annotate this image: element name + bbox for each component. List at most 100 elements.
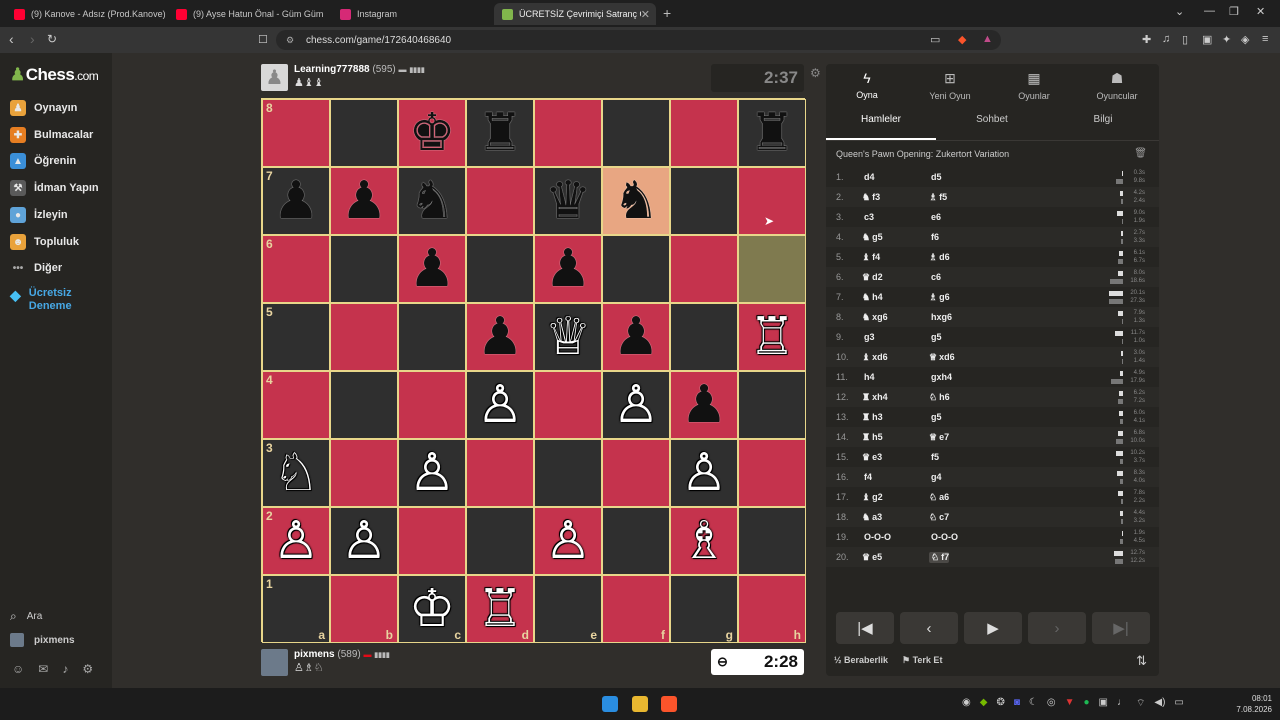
black-move[interactable]: ♘ f7: [929, 551, 950, 563]
white-move[interactable]: c3: [862, 212, 929, 222]
white-move[interactable]: ♜ xh4: [862, 392, 929, 403]
file-explorer-icon[interactable]: [632, 696, 648, 712]
black-piece[interactable]: ♛: [545, 175, 592, 227]
resign-button[interactable]: ⚑ Terk Et: [902, 655, 942, 666]
square-g3[interactable]: ♙: [670, 439, 738, 507]
black-move[interactable]: hxg6: [929, 312, 996, 322]
messages-icon[interactable]: ✉: [38, 662, 48, 676]
white-move[interactable]: ♛ e5: [862, 552, 929, 563]
white-move[interactable]: ♞ a3: [862, 512, 929, 523]
discord-icon[interactable]: ◙: [1014, 697, 1020, 710]
opponent-name[interactable]: Learning777888: [294, 64, 370, 75]
white-piece[interactable]: ♙: [273, 515, 320, 567]
white-piece[interactable]: ♙: [409, 447, 456, 499]
square-f2[interactable]: [602, 507, 670, 575]
leo-ai-icon[interactable]: ✦: [1222, 33, 1231, 46]
tray-app-icon[interactable]: ◉: [962, 697, 971, 710]
brave-shield-icon[interactable]: ◆: [958, 33, 966, 46]
previous-move-button[interactable]: ‹: [900, 612, 958, 644]
white-move[interactable]: ♞ g5: [862, 232, 929, 243]
square-b7[interactable]: ♟: [330, 167, 398, 235]
square-a3[interactable]: 3 ♘: [262, 439, 330, 507]
black-move[interactable]: g4: [929, 472, 996, 482]
square-g5[interactable]: [670, 303, 738, 371]
minimize-icon[interactable]: —: [1204, 5, 1215, 17]
black-piece[interactable]: ♟: [273, 175, 320, 227]
player-name[interactable]: pixmens: [294, 649, 335, 660]
square-d1[interactable]: d ♖: [466, 575, 534, 643]
draw-offer-button[interactable]: ½ Beraberlik: [834, 655, 888, 665]
square-a5[interactable]: 5: [262, 303, 330, 371]
sidebar-item-play[interactable]: ♟ Oynayın: [10, 100, 77, 116]
square-h5[interactable]: ♖: [738, 303, 806, 371]
back-icon[interactable]: ‹: [9, 31, 14, 47]
black-piece[interactable]: ♟: [341, 175, 388, 227]
brave-browser-icon[interactable]: [661, 696, 677, 712]
tab-moves[interactable]: Hamleler: [826, 114, 936, 140]
browser-tab[interactable]: (9) Ayse Hatun Önal - Güm Güm: [168, 3, 330, 25]
square-h1[interactable]: h: [738, 575, 806, 643]
square-e7[interactable]: ♛: [534, 167, 602, 235]
forward-icon[interactable]: ›: [30, 31, 35, 47]
black-move[interactable]: ♗ g6: [929, 292, 996, 303]
white-piece[interactable]: ♙: [341, 515, 388, 567]
square-d6[interactable]: [466, 235, 534, 303]
black-move[interactable]: e6: [929, 212, 996, 222]
black-move[interactable]: g5: [929, 412, 996, 422]
white-move[interactable]: ♜ h3: [862, 412, 929, 423]
square-b6[interactable]: [330, 235, 398, 303]
white-move[interactable]: h4: [862, 372, 929, 382]
square-b2[interactable]: ♙: [330, 507, 398, 575]
white-move[interactable]: g3: [862, 332, 929, 342]
square-e5[interactable]: ♕: [534, 303, 602, 371]
square-f7[interactable]: ♞: [602, 167, 670, 235]
sidebar-profile[interactable]: pixmens: [10, 633, 75, 647]
black-piece[interactable]: ♚: [409, 107, 456, 159]
black-piece[interactable]: ♟: [613, 311, 660, 363]
reload-icon[interactable]: ↻: [47, 32, 57, 46]
black-piece[interactable]: ♞: [613, 175, 660, 227]
square-a2[interactable]: 2 ♙: [262, 507, 330, 575]
square-b4[interactable]: [330, 371, 398, 439]
tray-app-icon[interactable]: ☾: [1029, 697, 1038, 710]
black-piece[interactable]: ♞: [409, 175, 456, 227]
square-h2[interactable]: [738, 507, 806, 575]
square-c1[interactable]: c ♔: [398, 575, 466, 643]
vpn-icon[interactable]: ◈: [1241, 33, 1249, 46]
notifications-bell-icon[interactable]: ♪: [62, 662, 68, 676]
trash-icon[interactable]: 🗑: [1134, 148, 1147, 159]
square-g6[interactable]: [670, 235, 738, 303]
cast-icon[interactable]: ▭: [930, 33, 940, 46]
black-move[interactable]: ♕ e7: [929, 432, 996, 443]
menu-icon[interactable]: ≡: [1262, 33, 1268, 45]
white-move[interactable]: O-O-O: [862, 532, 929, 542]
black-piece[interactable]: ♟: [477, 311, 524, 363]
maximize-icon[interactable]: ❐: [1229, 5, 1239, 18]
square-h6[interactable]: [738, 235, 806, 303]
microphone-icon[interactable]: ♩: [1117, 697, 1127, 710]
black-piece[interactable]: ♜: [749, 107, 796, 159]
black-move[interactable]: d5: [929, 172, 996, 182]
sidebar-search[interactable]: ⌕ Ara: [10, 609, 42, 624]
square-c6[interactable]: ♟: [398, 235, 466, 303]
white-piece[interactable]: ♙: [545, 515, 592, 567]
square-e2[interactable]: ♙: [534, 507, 602, 575]
square-e3[interactable]: [534, 439, 602, 507]
wallet-icon[interactable]: ▣: [1202, 33, 1212, 46]
black-move[interactable]: ♘ c7: [929, 512, 996, 523]
square-b3[interactable]: [330, 439, 398, 507]
sidebar-toggle-icon[interactable]: ▯: [1182, 33, 1188, 46]
square-g1[interactable]: g: [670, 575, 738, 643]
close-window-icon[interactable]: ✕: [1256, 5, 1265, 18]
new-tab-icon[interactable]: +: [663, 5, 671, 21]
square-b1[interactable]: b: [330, 575, 398, 643]
square-h3[interactable]: [738, 439, 806, 507]
white-move[interactable]: d4: [862, 172, 929, 182]
tab-chat[interactable]: Sohbet: [937, 114, 1047, 140]
white-move[interactable]: ♛ d2: [862, 272, 929, 283]
square-f8[interactable]: [602, 99, 670, 167]
white-move[interactable]: ♝ g2: [862, 492, 929, 503]
tab-games[interactable]: ▦ Oyunlar: [994, 70, 1074, 101]
opponent-avatar[interactable]: ♟: [261, 64, 288, 91]
tray-app-icon[interactable]: ▼: [1065, 697, 1075, 710]
